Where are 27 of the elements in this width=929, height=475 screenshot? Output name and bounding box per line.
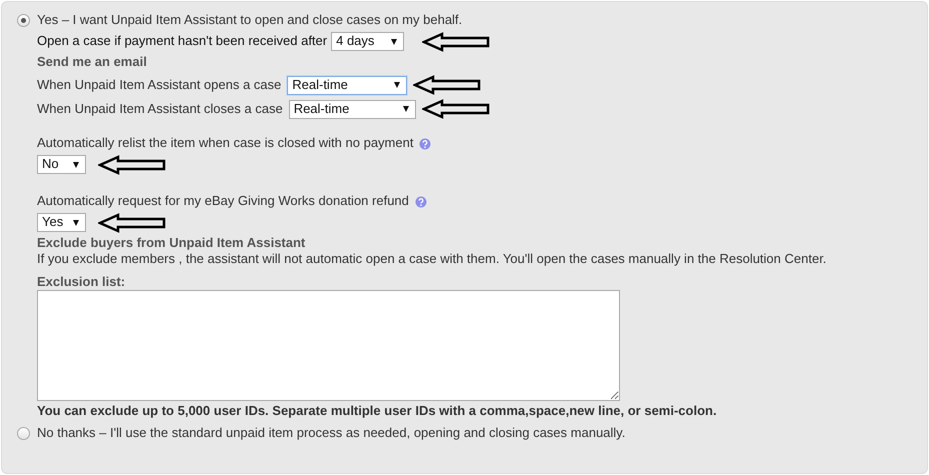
timing-select[interactable]: Real-time xyxy=(287,76,408,94)
days-select[interactable]: 4 days xyxy=(331,32,404,51)
field-label: Open a case if payment hasn't been received after xyxy=(37,33,328,50)
radio-button[interactable] xyxy=(17,14,30,27)
caret-icon xyxy=(73,220,79,226)
timing-select[interactable]: Real-time xyxy=(288,100,416,118)
caret-icon xyxy=(391,38,398,44)
setting-label: Automatically request for my eBay Giving Works donation refund xyxy=(37,193,409,210)
option-label: No thanks – I'll use the standard unpaid item process as needed, opening and closing cases manually. xyxy=(37,425,626,442)
caret-icon xyxy=(394,82,400,88)
exclusion-list-field[interactable] xyxy=(37,290,620,401)
section-heading: Exclude buyers from Unpaid Item Assistant xyxy=(37,235,306,252)
field-label: When Unpaid Item Assistant opens a case xyxy=(37,76,282,94)
description-text: If you exclude members , the assistant will not automatic open a case with them. You'll open the cases manually in the Resolution Center. xyxy=(37,251,828,268)
yes-no-select[interactable]: No xyxy=(37,155,86,174)
field-label: Exclusion list: xyxy=(37,274,126,290)
note-text: You can exclude up to 5,000 user IDs. Separate multiple user IDs with a comma,space,new line, or semi-colon. xyxy=(37,402,718,419)
caret-icon xyxy=(73,162,79,168)
field-label: When Unpaid Item Assistant closes a case xyxy=(37,100,283,118)
option-label: Yes – I want Unpaid Item Assistant to open and close cases on my behalf. xyxy=(37,12,462,29)
caret-icon xyxy=(402,106,409,112)
help-icon[interactable] xyxy=(419,138,432,150)
setting-label: Automatically relist the item when case is closed with no payment xyxy=(37,135,414,152)
yes-no-select[interactable]: Yes xyxy=(37,213,86,232)
radio-button[interactable] xyxy=(17,427,30,440)
help-icon[interactable] xyxy=(414,196,427,208)
section-heading: Send me an email xyxy=(37,54,147,71)
